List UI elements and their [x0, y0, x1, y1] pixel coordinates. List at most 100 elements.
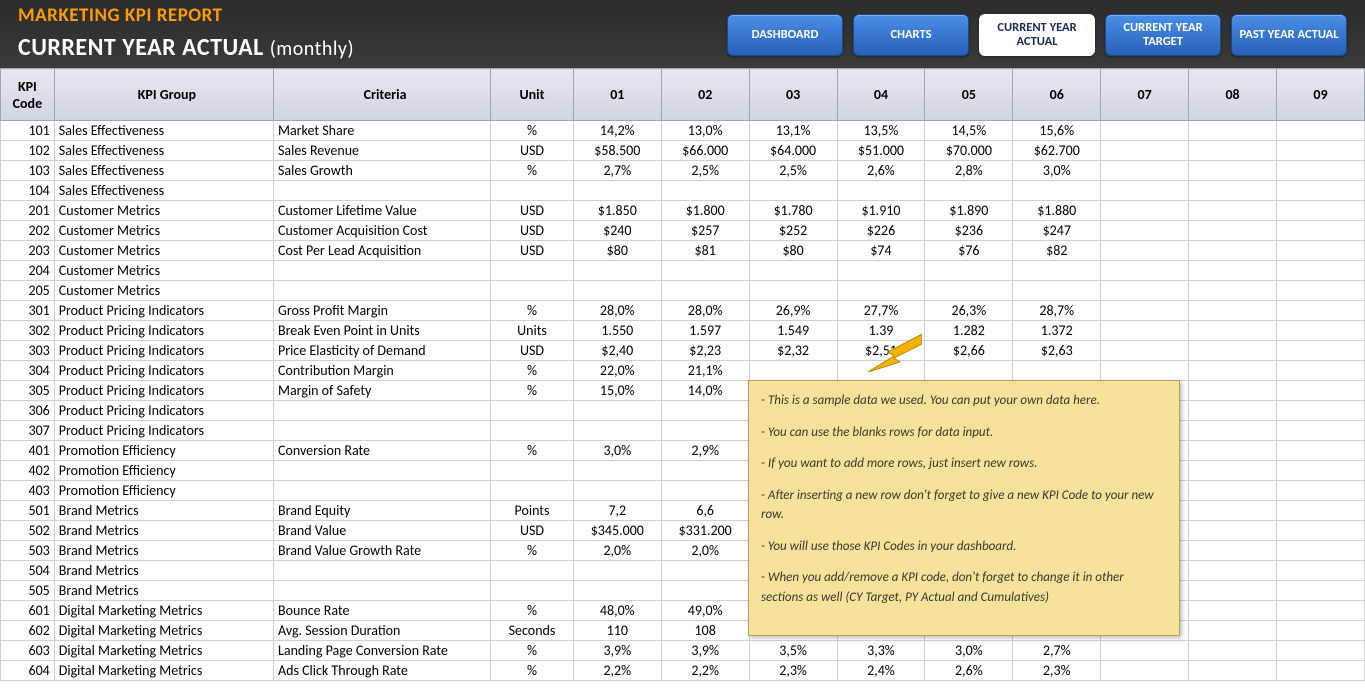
column-header[interactable]: KPI Group	[54, 69, 273, 121]
cell[interactable]: USD	[491, 341, 574, 361]
cell[interactable]: 7,2	[573, 501, 661, 521]
cell[interactable]	[273, 481, 490, 501]
cell[interactable]	[1101, 281, 1189, 301]
cell[interactable]: 1.39	[837, 321, 925, 341]
cell[interactable]	[1189, 181, 1277, 201]
cell[interactable]	[1101, 321, 1189, 341]
column-header[interactable]: 09	[1276, 69, 1364, 121]
cell[interactable]: 505	[1, 581, 55, 601]
cell[interactable]: 13,0%	[661, 121, 749, 141]
cell[interactable]: %	[491, 601, 574, 621]
cell[interactable]	[1276, 501, 1364, 521]
cell[interactable]	[573, 181, 661, 201]
cell[interactable]	[661, 561, 749, 581]
cell[interactable]: 305	[1, 381, 55, 401]
cell[interactable]: %	[491, 381, 574, 401]
cell[interactable]: $1.890	[925, 201, 1013, 221]
cell[interactable]: 501	[1, 501, 55, 521]
cell[interactable]: Brand Metrics	[54, 521, 273, 541]
cell[interactable]: 502	[1, 521, 55, 541]
cell[interactable]: 401	[1, 441, 55, 461]
cell[interactable]: $1.880	[1013, 201, 1101, 221]
cell[interactable]: Digital Marketing Metrics	[54, 661, 273, 681]
column-header[interactable]: 01	[573, 69, 661, 121]
cell[interactable]	[1189, 281, 1277, 301]
cell[interactable]: $64.000	[749, 141, 837, 161]
cell[interactable]: Sales Effectiveness	[54, 161, 273, 181]
cell[interactable]	[1276, 461, 1364, 481]
cell[interactable]	[1189, 141, 1277, 161]
cell[interactable]: $331.200	[661, 521, 749, 541]
cell[interactable]	[1276, 541, 1364, 561]
cell[interactable]: Cost Per Lead Acquisition	[273, 241, 490, 261]
cell[interactable]	[1276, 221, 1364, 241]
cell[interactable]: Sales Revenue	[273, 141, 490, 161]
cell[interactable]: 3,0%	[1013, 161, 1101, 181]
cell[interactable]: 2,6%	[925, 661, 1013, 681]
cell[interactable]: 28,0%	[661, 301, 749, 321]
cell[interactable]: 1.550	[573, 321, 661, 341]
cell[interactable]	[837, 281, 925, 301]
cell[interactable]	[1276, 421, 1364, 441]
cell[interactable]	[925, 181, 1013, 201]
cell[interactable]: %	[491, 301, 574, 321]
cell[interactable]	[1276, 241, 1364, 261]
cell[interactable]	[1189, 561, 1277, 581]
cell[interactable]	[661, 581, 749, 601]
cell[interactable]: Sales Effectiveness	[54, 121, 273, 141]
cell[interactable]: $252	[749, 221, 837, 241]
cell[interactable]	[491, 481, 574, 501]
cell[interactable]: 28,7%	[1013, 301, 1101, 321]
cell[interactable]: $247	[1013, 221, 1101, 241]
cell[interactable]: 2,6%	[837, 161, 925, 181]
cell[interactable]	[1189, 261, 1277, 281]
cell[interactable]	[273, 461, 490, 481]
cell[interactable]: 2,8%	[925, 161, 1013, 181]
cell[interactable]: %	[491, 121, 574, 141]
cell[interactable]: Digital Marketing Metrics	[54, 601, 273, 621]
cell[interactable]: USD	[491, 201, 574, 221]
cell[interactable]: Customer Metrics	[54, 241, 273, 261]
cell[interactable]: 26,9%	[749, 301, 837, 321]
cell[interactable]	[1101, 121, 1189, 141]
cell[interactable]: $2,66	[925, 341, 1013, 361]
cell[interactable]: %	[491, 541, 574, 561]
cell[interactable]: Product Pricing Indicators	[54, 321, 273, 341]
cell[interactable]	[273, 561, 490, 581]
cell[interactable]: 306	[1, 401, 55, 421]
cell[interactable]: 3,0%	[573, 441, 661, 461]
cell[interactable]	[1189, 361, 1277, 381]
cell[interactable]: 602	[1, 621, 55, 641]
cell[interactable]: 2,5%	[749, 161, 837, 181]
cell[interactable]	[1276, 121, 1364, 141]
cell[interactable]	[1101, 361, 1189, 381]
cell[interactable]	[491, 401, 574, 421]
cell[interactable]	[573, 281, 661, 301]
cell[interactable]	[1189, 621, 1277, 641]
cell[interactable]	[1101, 301, 1189, 321]
nav-button-charts[interactable]: CHARTS	[853, 14, 969, 56]
cell[interactable]: Promotion Efficiency	[54, 441, 273, 461]
cell[interactable]: $2,23	[661, 341, 749, 361]
cell[interactable]: Market Share	[273, 121, 490, 141]
cell[interactable]: 304	[1, 361, 55, 381]
cell[interactable]	[925, 281, 1013, 301]
cell[interactable]: 13,5%	[837, 121, 925, 141]
cell[interactable]: 504	[1, 561, 55, 581]
cell[interactable]: 14,5%	[925, 121, 1013, 141]
cell[interactable]	[1101, 201, 1189, 221]
cell[interactable]: USD	[491, 141, 574, 161]
cell[interactable]: 503	[1, 541, 55, 561]
cell[interactable]: 28,0%	[573, 301, 661, 321]
cell[interactable]: 104	[1, 181, 55, 201]
cell[interactable]	[1276, 561, 1364, 581]
cell[interactable]: $2,32	[749, 341, 837, 361]
cell[interactable]: Conversion Rate	[273, 441, 490, 461]
cell[interactable]: 102	[1, 141, 55, 161]
cell[interactable]: USD	[491, 241, 574, 261]
cell[interactable]: $58.500	[573, 141, 661, 161]
cell[interactable]: 108	[661, 621, 749, 641]
cell[interactable]: Customer Metrics	[54, 281, 273, 301]
cell[interactable]: 302	[1, 321, 55, 341]
cell[interactable]	[749, 281, 837, 301]
